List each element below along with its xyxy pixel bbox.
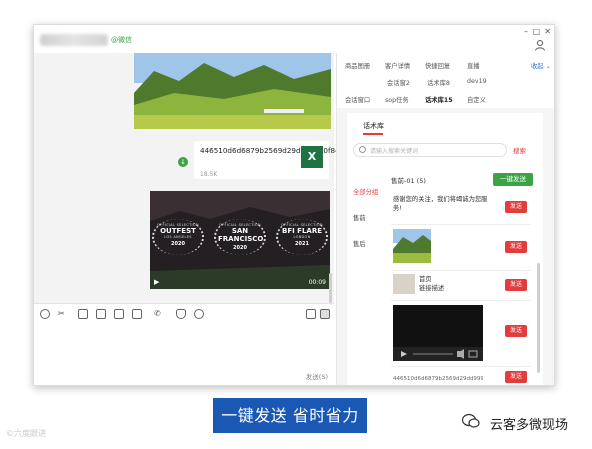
send-button[interactable]: 发送 <box>505 279 527 291</box>
nav-session-2[interactable]: 会话窗2 <box>387 78 410 87</box>
send-button[interactable]: 发送 <box>505 201 527 213</box>
nav-product-album[interactable]: 商品图册 <box>345 61 370 70</box>
more-icon[interactable] <box>194 309 204 319</box>
active-tab-indicator <box>363 133 383 135</box>
laurel-san-francisco: OFFICIAL SELECTION SAN FRANCISCO 2020 <box>218 223 264 251</box>
laurel-bfi-flare: OFFICIAL SELECTION BFI FLARE LONDON 2021 <box>281 223 323 247</box>
video-duration: 00:09 <box>308 279 326 286</box>
maximize-button[interactable]: □ <box>532 27 540 36</box>
folder-icon[interactable] <box>132 309 142 319</box>
script-library-panel: 商品图册 客户详情 快捷回复 直播 收起 ⌄ 会话窗2 话术库8 dev19 会… <box>336 53 554 385</box>
nav-dev19[interactable]: dev19 <box>467 78 487 85</box>
user-icon[interactable] <box>534 39 546 51</box>
nav-customer-details[interactable]: 客户详情 <box>385 61 410 70</box>
search-input[interactable]: 请输入搜索关键词 <box>353 143 507 157</box>
nav-script-15[interactable]: 话术库15 <box>425 95 453 104</box>
file-size: 18.5K <box>200 171 218 178</box>
file-message-card[interactable]: 446510d6d6879b2569d29dd99920f84a.xls 18.… <box>194 141 357 179</box>
search-icon <box>359 146 366 153</box>
link-description: 首页 链接描述 <box>419 276 445 292</box>
phone-icon[interactable]: ✆ <box>154 309 164 319</box>
watermark: ©六度跟进 <box>6 429 46 438</box>
landscape-image-message[interactable] <box>134 53 331 129</box>
close-button[interactable]: ✕ <box>544 27 551 36</box>
document-icon[interactable] <box>96 309 106 319</box>
nav-session-window[interactable]: 会话窗口 <box>345 95 370 104</box>
image-icon[interactable] <box>78 309 88 319</box>
panel-scrollbar[interactable] <box>537 263 540 373</box>
message-input[interactable]: 发送(S) <box>34 325 334 385</box>
send-hint[interactable]: 发送(S) <box>306 371 328 381</box>
search-placeholder: 请输入搜索关键词 <box>370 148 419 155</box>
nav-live[interactable]: 直播 <box>467 61 480 70</box>
download-done-icon: ↓ <box>178 157 188 167</box>
product-thumbnail <box>393 274 415 294</box>
script-item-text: 感谢您的关注，我们将竭诚为您服务! 发送 <box>391 191 531 225</box>
emoji-icon[interactable] <box>40 309 50 319</box>
reply-icon[interactable] <box>306 309 316 319</box>
brand-name: 云客多微现场 <box>490 418 569 433</box>
one-click-send-button[interactable]: 一键发送 <box>493 173 533 186</box>
wechat-icon <box>462 413 480 428</box>
category-after-sale[interactable]: 售后 <box>353 239 366 248</box>
laurel-outfest: OFFICIAL SELECTION OUTFEST LOS ANGELES 2… <box>157 223 199 247</box>
group-title: 售前-01 (5) <box>391 177 426 185</box>
nav-script-8[interactable]: 话术库8 <box>427 78 450 87</box>
video-camera-icon: ▶ <box>154 278 160 286</box>
category-all[interactable]: 全部分组 <box>353 187 378 196</box>
script-item-link: 首页 链接描述 发送 <box>391 271 531 301</box>
script-item-image: 发送 <box>391 225 531 271</box>
chat-message-area: ↓ 446510d6d6879b2569d29dd99920f84a.xls 1… <box>34 53 357 303</box>
minimize-button[interactable]: – <box>524 27 528 36</box>
file-item-name: 446510d6d6879b2569d29dd99920f84a.xls <box>393 376 483 382</box>
category-pre-sale[interactable]: 售前 <box>353 213 366 222</box>
video-thumbnail <box>393 305 483 361</box>
side-panel-icon[interactable] <box>320 309 330 319</box>
script-item-video: 发送 <box>391 301 531 367</box>
shield-icon[interactable] <box>176 309 186 319</box>
excel-file-icon: X <box>301 146 323 168</box>
script-item-file: 446510d6d6879b2569d29dd99920f84a.xls 发送 <box>391 367 531 385</box>
collapse-button[interactable]: 收起 ⌄ <box>531 61 551 70</box>
script-library-content: 话术库 请输入搜索关键词 搜索 全部分组 售前 售后 售前-01 (5) 一键发… <box>337 108 554 385</box>
video-message[interactable]: OFFICIAL SELECTION OUTFEST LOS ANGELES 2… <box>150 191 330 289</box>
tab-script-library[interactable]: 话术库 <box>363 121 384 131</box>
send-button[interactable]: 发送 <box>505 371 527 383</box>
script-text: 感谢您的关注，我们将竭诚为您服务! <box>393 196 488 212</box>
blurred-contact-name <box>40 34 108 46</box>
nav-quick-reply[interactable]: 快捷回复 <box>425 61 450 70</box>
nav-custom[interactable]: 自定义 <box>467 95 486 104</box>
scissors-icon[interactable]: ✂ <box>58 309 68 319</box>
file-name: 446510d6d6879b2569d29dd99920f84a.xls <box>200 146 357 155</box>
screenshot-stage: @微信 – □ ✕ ↓ 446510d6d6879b2569d29dd99920… <box>0 0 592 449</box>
search-button[interactable]: 搜索 <box>513 145 526 155</box>
send-button[interactable]: 发送 <box>505 241 527 253</box>
table-icon[interactable] <box>114 309 124 319</box>
chat-toolbar: ✂ ✆ <box>34 303 334 325</box>
app-window: @微信 – □ ✕ ↓ 446510d6d6879b2569d29dd99920… <box>33 24 555 386</box>
cta-banner: 一键发送 省时省力 <box>213 398 367 433</box>
send-button[interactable]: 发送 <box>505 325 527 337</box>
chat-scrollbar[interactable] <box>329 273 332 303</box>
script-library-card: 话术库 请输入搜索关键词 搜索 全部分组 售前 售后 售前-01 (5) 一键发… <box>347 113 543 385</box>
contact-source-tag: @微信 <box>111 36 132 44</box>
landscape-thumbnail <box>393 229 431 263</box>
nav-sop-task[interactable]: sop任务 <box>385 95 409 104</box>
title-bar: @微信 – □ ✕ <box>34 25 554 53</box>
